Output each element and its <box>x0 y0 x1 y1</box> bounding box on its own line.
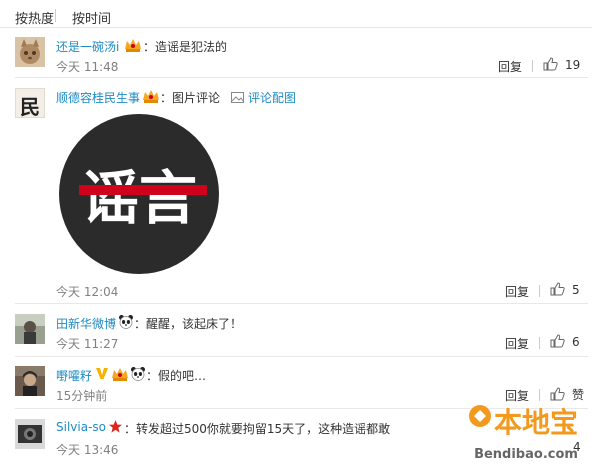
avatar[interactable] <box>15 314 45 344</box>
comment-text: ：假的吧… <box>146 369 207 383</box>
panda-emoji-icon <box>130 366 146 384</box>
comment-time: 15分钟前 <box>56 389 108 403</box>
like-button[interactable]: 赞 <box>550 386 584 403</box>
action-separator <box>539 337 540 349</box>
like-button[interactable]: 6 <box>550 334 580 349</box>
view-comment-image-link[interactable]: 评论配图 <box>231 89 296 106</box>
comment-username[interactable]: 还是一碗汤i <box>56 38 119 55</box>
action-separator <box>539 285 540 297</box>
avatar[interactable] <box>15 37 45 67</box>
reply-button[interactable]: 回复 <box>505 335 529 352</box>
view-comment-image-label: 评论配图 <box>248 91 297 105</box>
sort-bar: 按热度 按时间 <box>0 0 592 28</box>
member-badge-icon <box>124 37 142 56</box>
comment-username[interactable]: 田新华微博 <box>56 315 116 332</box>
comment-username[interactable]: 嘢嚯籽 <box>56 367 92 384</box>
thumbs-up-icon <box>543 57 558 71</box>
member-badge-icon <box>111 366 129 385</box>
watermark-url: Bendibao.com <box>474 447 578 462</box>
action-separator <box>539 389 540 401</box>
like-button[interactable]: 19 <box>543 57 580 72</box>
like-count: 5 <box>572 283 580 297</box>
comment-text: ：转发超过500你就要拘留15天了，这种造谣都敢 <box>124 422 391 436</box>
comment-time: 今天 12:04 <box>56 285 119 299</box>
comment-divider <box>15 303 588 304</box>
reply-button[interactable]: 回复 <box>505 283 529 300</box>
watermark-name: 本地宝 <box>494 406 578 439</box>
comment-text: ：图片评论 <box>160 91 221 105</box>
thumbs-up-icon <box>550 387 565 401</box>
reply-button[interactable]: 回复 <box>498 58 522 75</box>
sort-by-hot-tab[interactable]: 按热度 <box>15 8 54 27</box>
like-button[interactable]: 5 <box>550 282 580 297</box>
comment-username[interactable]: 顺德容桂民生事 <box>56 89 140 106</box>
like-count: 19 <box>565 58 581 72</box>
member-badge-icon <box>142 88 160 107</box>
comment-divider <box>15 77 588 78</box>
avatar[interactable]: 民 <box>15 88 45 118</box>
like-count: 赞 <box>572 388 585 402</box>
comment-image-text: 谣言 <box>81 164 197 232</box>
comment-time: 今天 11:48 <box>56 60 119 74</box>
comment-username[interactable]: Silvia-so <box>56 420 106 434</box>
bendibao-watermark: 本地宝 Bendibao.com <box>466 402 584 464</box>
panda-emoji-icon <box>118 314 134 332</box>
comment-time: 今天 11:27 <box>56 337 119 351</box>
thumbs-up-icon <box>550 282 565 296</box>
sort-separator <box>55 9 56 22</box>
avatar[interactable] <box>15 419 45 449</box>
like-count: 6 <box>572 335 580 349</box>
comment-text: ：醒醒，该起床了！ <box>134 317 243 331</box>
comment-image[interactable]: 谣言 <box>57 113 221 275</box>
comment-divider <box>15 356 588 357</box>
avatar-char: 民 <box>20 95 40 118</box>
verified-v-icon <box>95 366 109 384</box>
avatar[interactable] <box>15 366 45 396</box>
sort-by-time-tab[interactable]: 按时间 <box>72 8 111 27</box>
star-badge-icon <box>108 419 123 437</box>
image-icon <box>231 92 244 103</box>
comment-time: 今天 13:46 <box>56 443 119 457</box>
comment-text: ：造谣是犯法的 <box>143 40 228 54</box>
thumbs-up-icon <box>550 334 565 348</box>
action-separator <box>532 60 533 72</box>
